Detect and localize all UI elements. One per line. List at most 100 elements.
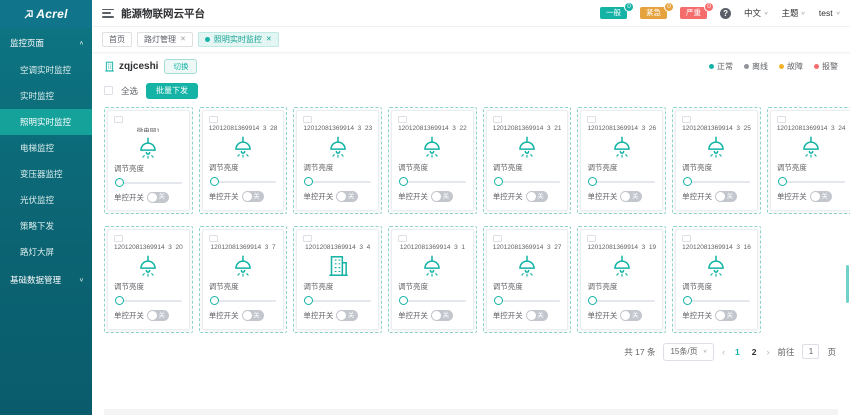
device-card[interactable]: 微电网1 调节亮度 [107,110,190,211]
device-card[interactable]: 12012081369914_3_16 调节亮度 [675,229,758,330]
brightness-slider[interactable] [210,177,277,185]
switch-toggle[interactable]: 关 [147,192,169,203]
switch-toggle[interactable]: 关 [431,191,453,202]
page-number-2[interactable]: 2 [750,347,759,357]
switch-project-button[interactable]: 切换 [164,59,197,74]
switch-toggle[interactable]: 关 [715,191,737,202]
slider-knob[interactable] [494,296,503,305]
switch-toggle[interactable]: 关 [336,191,358,202]
card-checkbox[interactable] [493,235,502,243]
alarm-badge-critical[interactable]: 严重 0 [680,7,707,19]
switch-toggle[interactable]: 关 [242,310,264,321]
language-dropdown[interactable]: 中文 ∨ [744,7,768,19]
card-checkbox[interactable] [682,116,691,124]
sidebar-item-pv-monitoring[interactable]: 光伏监控 [0,187,92,213]
card-checkbox[interactable] [209,116,218,124]
vertical-scrollbar-thumb[interactable] [846,265,849,303]
card-checkbox[interactable] [682,235,691,243]
card-checkbox[interactable] [303,116,312,124]
sidebar-section-basic-data[interactable]: 基础数据管理 ∨ [0,265,92,294]
close-icon[interactable]: ✕ [180,36,186,43]
slider-knob[interactable] [588,177,597,186]
sidebar-item-elevator-monitoring[interactable]: 电梯监控 [0,135,92,161]
tab-streetlight-mgmt[interactable]: 路灯管理 ✕ [137,32,193,47]
device-card[interactable]: 12012081369914_3_26 调节亮度 [580,110,663,211]
goto-page-input[interactable]: 1 [802,344,819,359]
menu-collapse-icon[interactable] [102,9,114,18]
card-checkbox[interactable] [398,116,407,124]
switch-toggle[interactable]: 关 [526,191,548,202]
switch-toggle[interactable]: 关 [620,310,642,321]
slider-knob[interactable] [588,296,597,305]
sidebar-item-lighting-monitoring[interactable]: 照明实时监控 [0,109,92,135]
device-card[interactable]: 12012081369914_3_7 调节亮度 [202,229,285,330]
device-card[interactable]: 12012081369914_3_21 调节亮度 [486,110,569,211]
brightness-slider[interactable] [115,296,182,304]
device-card[interactable]: 12012081369914_3_1 调节亮度 [391,229,474,330]
slider-knob[interactable] [683,296,692,305]
tab-lighting-monitoring[interactable]: 照明实时监控 ✕ [198,32,279,47]
alarm-badge-general[interactable]: 一般 0 [600,7,627,19]
device-card[interactable]: 12012081369914_3_4 调节亮度 [296,229,379,330]
brightness-slider[interactable] [778,177,845,185]
card-checkbox[interactable] [303,235,312,243]
next-page-button[interactable]: › [766,347,769,357]
help-icon[interactable]: ? [720,8,731,19]
switch-toggle[interactable]: 关 [526,310,548,321]
switch-toggle[interactable]: 关 [620,191,642,202]
switch-toggle[interactable]: 关 [715,310,737,321]
brightness-slider[interactable] [399,177,466,185]
brightness-slider[interactable] [683,296,750,304]
slider-knob[interactable] [304,177,313,186]
slider-knob[interactable] [304,296,313,305]
horizontal-scrollbar[interactable] [104,409,838,415]
brightness-slider[interactable] [494,177,561,185]
brightness-slider[interactable] [399,296,466,304]
slider-knob[interactable] [115,296,124,305]
device-card[interactable]: 12012081369914_3_25 调节亮度 [675,110,758,211]
card-checkbox[interactable] [209,235,218,243]
slider-knob[interactable] [399,177,408,186]
device-card[interactable]: 12012081369914_3_24 调节亮度 [770,110,850,211]
page-number-1[interactable]: 1 [733,347,742,357]
card-checkbox[interactable] [587,116,596,124]
switch-toggle[interactable]: 关 [147,310,169,321]
card-checkbox[interactable] [493,116,502,124]
brightness-slider[interactable] [588,296,655,304]
card-checkbox[interactable] [777,116,786,124]
sidebar-section-monitoring[interactable]: 监控页面 ∧ [0,28,92,57]
brightness-slider[interactable] [683,177,750,185]
slider-knob[interactable] [778,177,787,186]
card-checkbox[interactable] [587,235,596,243]
device-card[interactable]: 12012081369914_3_27 调节亮度 [486,229,569,330]
switch-toggle[interactable]: 关 [810,191,832,202]
switch-toggle[interactable]: 关 [431,310,453,321]
card-checkbox[interactable] [114,235,123,243]
slider-knob[interactable] [210,296,219,305]
brightness-slider[interactable] [210,296,277,304]
slider-knob[interactable] [115,178,124,187]
sidebar-item-ac-monitoring[interactable]: 空调实时监控 [0,57,92,83]
slider-knob[interactable] [210,177,219,186]
device-card[interactable]: 12012081369914_3_19 调节亮度 [580,229,663,330]
brightness-slider[interactable] [304,296,371,304]
theme-dropdown[interactable]: 主题 ∨ [781,7,805,19]
slider-knob[interactable] [399,296,408,305]
alarm-badge-urgent[interactable]: 紧急 0 [640,7,667,19]
close-icon[interactable]: ✕ [266,36,272,43]
slider-knob[interactable] [494,177,503,186]
brightness-slider[interactable] [115,178,182,185]
card-checkbox[interactable] [114,116,123,123]
brightness-slider[interactable] [494,296,561,304]
device-card[interactable]: 12012081369914_3_20 调节亮度 [107,229,190,330]
switch-toggle[interactable]: 关 [242,191,264,202]
switch-toggle[interactable]: 关 [336,310,358,321]
brightness-slider[interactable] [588,177,655,185]
device-card[interactable]: 12012081369914_3_23 调节亮度 [296,110,379,211]
page-size-select[interactable]: 15条/页 ∨ [663,343,714,361]
sidebar-item-transformer-monitoring[interactable]: 变压器监控 [0,161,92,187]
device-card[interactable]: 12012081369914_3_22 调节亮度 [391,110,474,211]
slider-knob[interactable] [683,177,692,186]
batch-dispatch-button[interactable]: 批量下发 [146,83,198,99]
sidebar-item-streetlight-screen[interactable]: 路灯大屏 [0,239,92,265]
